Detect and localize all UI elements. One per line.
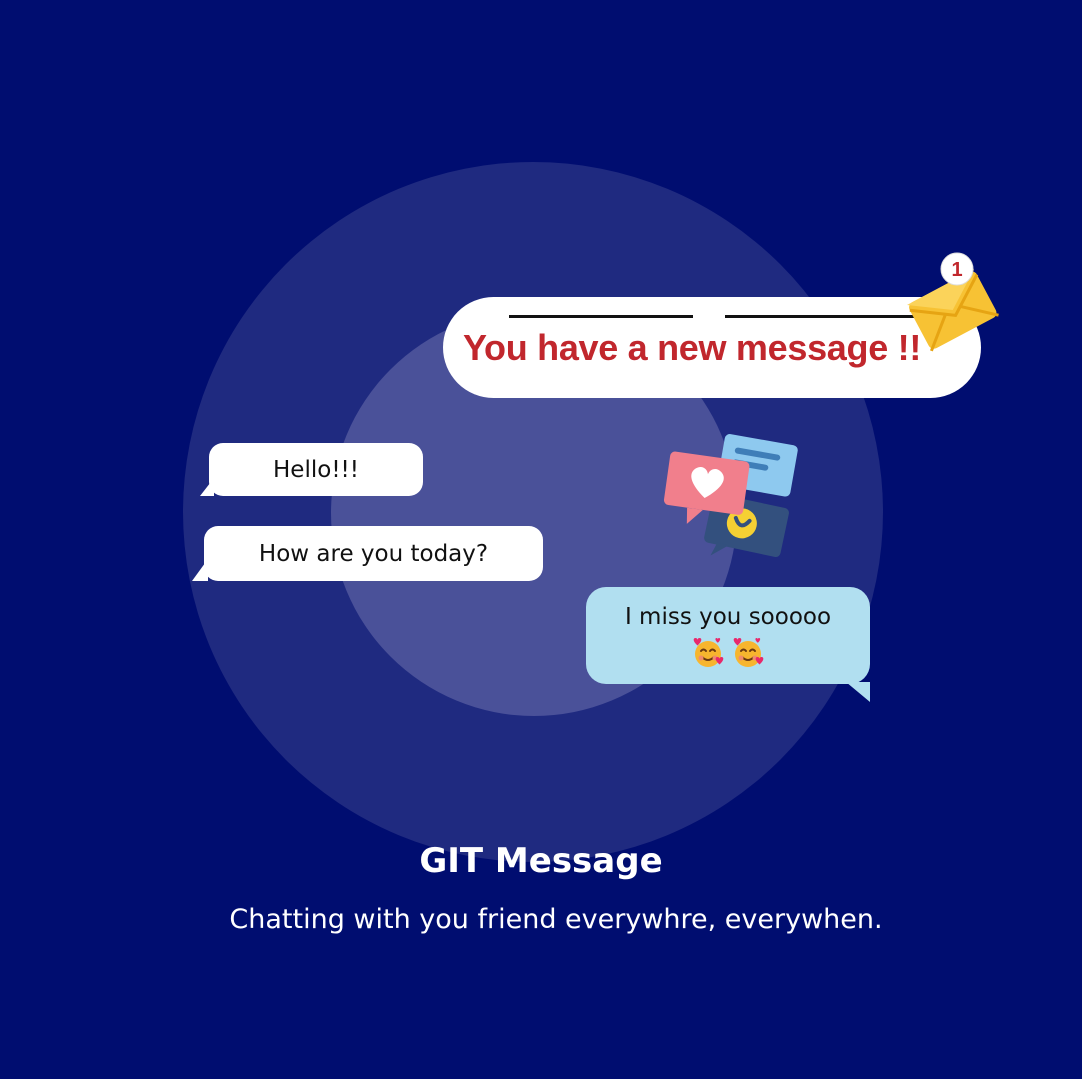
smiling-face-with-hearts-icon <box>693 638 724 667</box>
outgoing-message-bubble[interactable]: I miss you sooooo <box>586 587 870 702</box>
notification-divider-left <box>509 315 693 318</box>
message-text: I miss you sooooo <box>624 604 832 630</box>
emoji-row <box>691 636 765 670</box>
bubble-tail <box>846 682 870 702</box>
message-text: Hello!!! <box>273 456 359 483</box>
bubble-tail <box>192 559 208 581</box>
app-title: GIT Message <box>419 841 663 881</box>
notification-divider-right <box>725 315 915 318</box>
envelope-icon[interactable]: 1 <box>895 245 1005 355</box>
chat-bubbles-icon <box>663 434 798 558</box>
message-text: How are you today? <box>258 540 489 567</box>
smiling-face-with-hearts-icon <box>733 638 764 667</box>
incoming-message-bubble[interactable]: Hello!!! <box>200 443 423 496</box>
bubble-tail <box>200 478 214 496</box>
notification-badge: 1 <box>951 259 962 281</box>
app-subtitle: Chatting with you friend everywhre, ever… <box>229 904 883 935</box>
notification-text: You have a new message !! <box>463 327 922 368</box>
incoming-message-bubble[interactable]: How are you today? <box>192 526 543 581</box>
